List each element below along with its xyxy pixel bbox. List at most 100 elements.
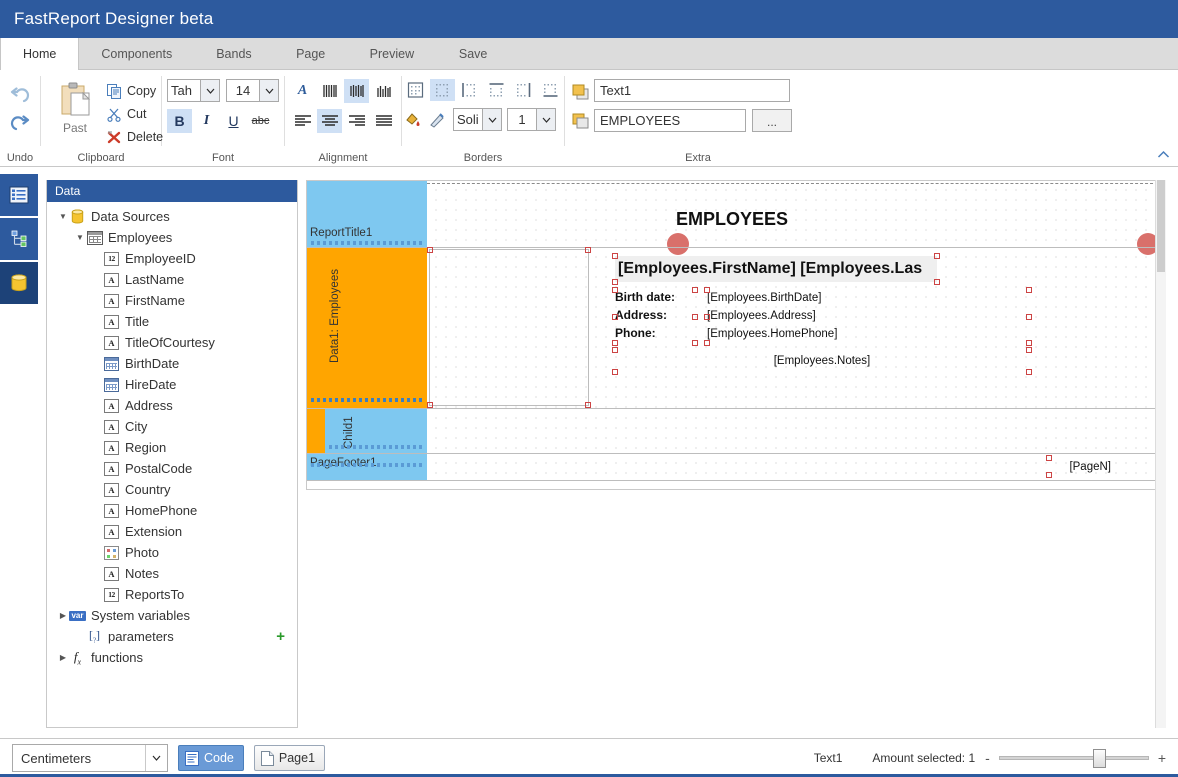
phone-label[interactable]: Phone: bbox=[612, 326, 698, 346]
border-style-combo[interactable]: Soli bbox=[453, 108, 502, 131]
band-child1-surface[interactable] bbox=[427, 409, 1165, 453]
tree-item[interactable]: A City bbox=[47, 416, 297, 437]
zoom-slider[interactable] bbox=[998, 749, 1149, 768]
band-resize-grip[interactable] bbox=[311, 463, 425, 467]
tree-item[interactable]: A TitleOfCourtesy bbox=[47, 332, 297, 353]
tree-item[interactable]: ▼ Data Sources bbox=[47, 206, 297, 227]
band-resize-grip[interactable] bbox=[311, 241, 425, 245]
band-report-title[interactable]: ReportTitle1 EMPLOYEES bbox=[307, 181, 1165, 255]
font-family-combo[interactable]: Tah bbox=[167, 79, 220, 102]
data-band-frame[interactable] bbox=[427, 247, 591, 408]
tab-preview[interactable]: Preview bbox=[348, 38, 436, 69]
rotate-text-button[interactable]: A bbox=[290, 79, 315, 103]
tree-item[interactable]: A Country bbox=[47, 479, 297, 500]
border-all-icon[interactable] bbox=[403, 79, 428, 101]
zoom-slider-knob[interactable] bbox=[1093, 749, 1107, 768]
scrollbar-thumb[interactable] bbox=[1157, 180, 1165, 272]
align-middle-icon[interactable] bbox=[344, 79, 369, 103]
band-data1[interactable]: Data1: Employees [Employees.FirstName] [… bbox=[307, 247, 1165, 408]
notes-value[interactable]: [Employees.Notes] bbox=[612, 347, 1032, 375]
align-center-icon[interactable] bbox=[317, 109, 342, 133]
align-left-icon[interactable] bbox=[290, 109, 315, 133]
report-tree-icon[interactable] bbox=[0, 218, 38, 260]
tab-save[interactable]: Save bbox=[436, 38, 510, 69]
tree-item[interactable]: A Address bbox=[47, 395, 297, 416]
band-resize-grip[interactable] bbox=[311, 398, 425, 402]
zoom-out-button[interactable]: - bbox=[985, 750, 990, 766]
tab-bands[interactable]: Bands bbox=[194, 38, 273, 69]
bring-to-front-icon[interactable] bbox=[571, 83, 590, 104]
units-combo[interactable]: Centimeters bbox=[12, 744, 168, 772]
tree-item[interactable]: Photo bbox=[47, 542, 297, 563]
report-page[interactable]: ReportTitle1 EMPLOYEES Data1: Employees bbox=[306, 180, 1166, 490]
canvas-vertical-scrollbar[interactable] bbox=[1155, 180, 1166, 728]
tree-item[interactable]: ▶ fx functions bbox=[47, 647, 297, 668]
page-number-text[interactable]: [PageN] bbox=[1046, 455, 1111, 478]
border-right-icon[interactable] bbox=[511, 79, 536, 101]
twisty-expanded-icon[interactable]: ▼ bbox=[74, 233, 86, 242]
align-justify-icon[interactable] bbox=[371, 109, 396, 133]
copy-button[interactable]: Copy bbox=[107, 81, 167, 101]
zoom-control[interactable]: - + bbox=[985, 749, 1166, 768]
fill-color-icon[interactable] bbox=[403, 111, 423, 128]
tree-item[interactable]: A Title bbox=[47, 311, 297, 332]
add-parameter-button[interactable]: + bbox=[276, 629, 285, 644]
tree-item[interactable]: [?] parameters + bbox=[47, 626, 297, 647]
bold-button[interactable]: B bbox=[167, 109, 192, 133]
redo-arrow-icon[interactable] bbox=[7, 113, 33, 135]
ribbon-collapse-button[interactable] bbox=[1157, 150, 1170, 162]
paste-button[interactable]: Past bbox=[47, 79, 103, 147]
full-name-text[interactable]: [Employees.FirstName] [Employees.Las bbox=[612, 253, 940, 285]
twisty-collapsed-icon[interactable]: ▶ bbox=[57, 653, 69, 662]
tab-home[interactable]: Home bbox=[0, 38, 80, 70]
border-bottom-icon[interactable] bbox=[538, 79, 563, 101]
tree-item[interactable]: ▼ Employees bbox=[47, 227, 297, 248]
tree-item[interactable]: A HomePhone bbox=[47, 500, 297, 521]
border-width-combo[interactable]: 1 bbox=[507, 108, 556, 131]
delete-button[interactable]: Delete bbox=[107, 127, 167, 147]
underline-button[interactable]: U bbox=[221, 109, 246, 133]
tree-item[interactable]: 12 ReportsTo bbox=[47, 584, 297, 605]
zoom-in-button[interactable]: + bbox=[1158, 750, 1166, 766]
tab-page1[interactable]: Page1 bbox=[253, 745, 326, 771]
border-left-icon[interactable] bbox=[457, 79, 482, 101]
tree-item[interactable]: A FirstName bbox=[47, 290, 297, 311]
twisty-expanded-icon[interactable]: ▼ bbox=[57, 212, 69, 221]
band-data1-gutter[interactable] bbox=[307, 248, 427, 408]
tab-components[interactable]: Components bbox=[79, 38, 194, 69]
tree-item[interactable]: ▶ var System variables bbox=[47, 605, 297, 626]
data-panel-icon[interactable] bbox=[0, 262, 38, 304]
band-child1[interactable]: Child1 bbox=[307, 409, 1165, 453]
report-canvas-area[interactable]: ReportTitle1 EMPLOYEES Data1: Employees bbox=[306, 180, 1166, 728]
report-title-text[interactable]: EMPLOYEES bbox=[617, 207, 847, 231]
font-size-combo[interactable]: 14 bbox=[226, 79, 279, 102]
border-top-icon[interactable] bbox=[484, 79, 509, 101]
tree-item[interactable]: A Region bbox=[47, 437, 297, 458]
italic-button[interactable]: I bbox=[194, 109, 219, 133]
tree-item[interactable]: A Extension bbox=[47, 521, 297, 542]
tab-page[interactable]: Page bbox=[274, 38, 348, 69]
send-to-back-icon[interactable] bbox=[571, 112, 590, 133]
band-resize-grip[interactable] bbox=[329, 445, 425, 449]
tree-item[interactable]: A LastName bbox=[47, 269, 297, 290]
text-editor-button[interactable]: ... bbox=[752, 109, 792, 132]
align-bottom-icon[interactable] bbox=[371, 79, 396, 103]
phone-value[interactable]: [Employees.HomePhone] bbox=[704, 326, 1032, 346]
tab-code[interactable]: Code bbox=[178, 745, 244, 771]
band-page-footer1[interactable]: PageFooter1 [PageN] bbox=[307, 454, 1165, 480]
align-right-icon[interactable] bbox=[344, 109, 369, 133]
properties-panel-icon[interactable] bbox=[0, 174, 38, 216]
border-none-icon[interactable] bbox=[430, 79, 455, 101]
undo-arrow-icon[interactable] bbox=[7, 85, 33, 107]
tree-item[interactable]: 12 EmployeeID bbox=[47, 248, 297, 269]
object-name-input[interactable]: Text1 bbox=[594, 79, 790, 102]
tree-item[interactable]: BirthDate bbox=[47, 353, 297, 374]
data-tree[interactable]: ▼ Data Sources ▼ Employees 12 EmployeeID A Last… bbox=[47, 202, 297, 727]
object-text-input[interactable]: EMPLOYEES bbox=[594, 109, 746, 132]
tree-item[interactable]: HireDate bbox=[47, 374, 297, 395]
line-color-icon[interactable] bbox=[428, 111, 448, 128]
tree-item[interactable]: A Notes bbox=[47, 563, 297, 584]
align-top-icon[interactable] bbox=[317, 79, 342, 103]
tree-item[interactable]: A PostalCode bbox=[47, 458, 297, 479]
twisty-collapsed-icon[interactable]: ▶ bbox=[57, 611, 69, 620]
